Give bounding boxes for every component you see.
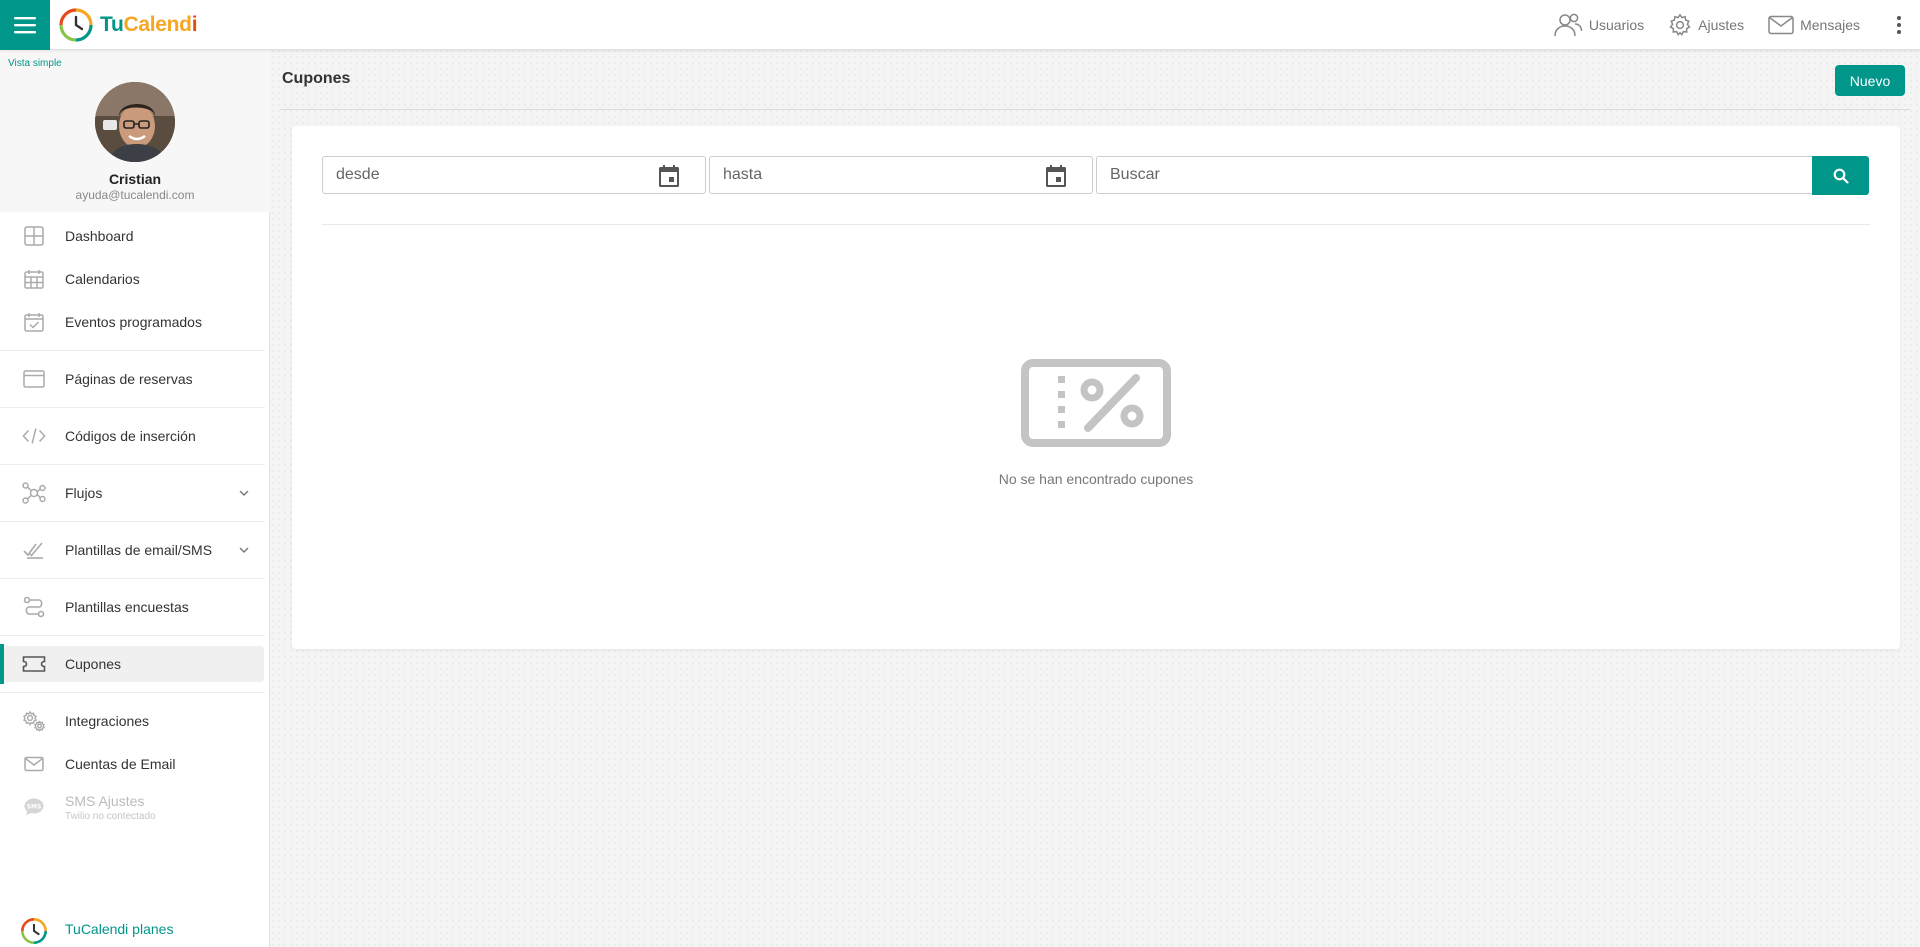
profile-email: ayuda@tucalendi.com bbox=[75, 188, 195, 202]
sidebar-divider bbox=[0, 692, 265, 693]
brand-name: TuCalendi bbox=[100, 12, 198, 36]
mail-icon bbox=[1768, 15, 1794, 34]
messages-link[interactable]: Mensajes bbox=[1768, 15, 1860, 35]
page-title: Cupones bbox=[282, 70, 351, 87]
filters-divider bbox=[322, 224, 1870, 225]
more-options-button[interactable] bbox=[1884, 0, 1914, 50]
new-coupon-button[interactable]: Nuevo bbox=[1835, 65, 1905, 96]
profile-panel: Vista simple Cristian ayuda@tucalendi.co… bbox=[0, 50, 270, 212]
calendar-icon bbox=[24, 270, 44, 289]
gear-icon bbox=[1669, 12, 1691, 36]
sidebar-divider bbox=[0, 635, 265, 636]
users-label: Usuarios bbox=[1588, 16, 1645, 33]
envelope-icon bbox=[24, 756, 44, 772]
sms-status-text: Twilio no contectado bbox=[65, 811, 156, 822]
coupon-empty-icon bbox=[1021, 359, 1171, 447]
calendar-icon[interactable] bbox=[1046, 165, 1066, 187]
users-icon bbox=[1554, 13, 1583, 36]
sidebar-item-label: SMS Ajustes bbox=[65, 793, 145, 809]
calendar-icon[interactable] bbox=[659, 165, 679, 187]
plans-label: TuCalendi planes bbox=[65, 921, 174, 937]
simple-view-link[interactable]: Vista simple bbox=[8, 58, 62, 69]
search-icon bbox=[1833, 168, 1849, 184]
plans-link[interactable]: TuCalendi planes bbox=[0, 912, 270, 947]
avatar-image bbox=[95, 82, 175, 162]
sidebar-item-calendars[interactable]: Calendarios bbox=[0, 261, 270, 297]
sidebar-item-label: Flujos bbox=[65, 485, 103, 501]
sidebar-item-email-accounts[interactable]: Cuentas de Email bbox=[0, 746, 270, 782]
calendar-check-icon bbox=[24, 313, 44, 332]
brand-logo[interactable]: TuCalendi bbox=[58, 7, 198, 43]
sidebar-item-label: Calendarios bbox=[65, 271, 140, 287]
sidebar-item-sms-settings: SMS SMS Ajustes Twilio no contectado bbox=[0, 789, 270, 825]
sidebar: Vista simple Cristian ayuda@tucalendi.co… bbox=[0, 50, 270, 947]
date-from-input[interactable] bbox=[323, 157, 705, 193]
search-input[interactable] bbox=[1097, 157, 1813, 193]
sidebar-item-label: Páginas de reservas bbox=[65, 371, 193, 387]
settings-link[interactable]: Ajustes bbox=[1668, 12, 1745, 37]
tucalendi-logo-icon bbox=[59, 7, 93, 42]
sidebar-item-label: Plantillas de email/SMS bbox=[65, 542, 213, 558]
settings-label: Ajustes bbox=[1698, 16, 1745, 33]
sidebar-divider bbox=[0, 521, 265, 522]
sidebar-item-workflows[interactable]: Flujos bbox=[0, 475, 270, 511]
sidebar-divider bbox=[0, 350, 265, 351]
search-field[interactable] bbox=[1096, 156, 1814, 194]
date-from-field[interactable] bbox=[322, 156, 706, 194]
sms-icon: SMS bbox=[24, 798, 44, 816]
chevron-down-icon bbox=[239, 547, 249, 553]
sidebar-item-scheduled-events[interactable]: Eventos programados bbox=[0, 304, 270, 340]
sidebar-item-booking-pages[interactable]: Páginas de reservas bbox=[0, 361, 270, 397]
sidebar-divider bbox=[0, 464, 265, 465]
workflow-icon bbox=[22, 482, 46, 504]
sidebar-item-survey-templates[interactable]: Plantillas encuestas bbox=[0, 589, 270, 625]
messages-label: Mensajes bbox=[1800, 16, 1860, 33]
browser-window-icon bbox=[23, 370, 45, 388]
sidebar-item-label: Códigos de inserción bbox=[65, 428, 196, 444]
kebab-menu-icon bbox=[1897, 15, 1901, 34]
empty-state-message: No se han encontrado cupones bbox=[998, 471, 1194, 487]
date-to-input[interactable] bbox=[710, 157, 1092, 193]
search-button[interactable] bbox=[1812, 156, 1869, 195]
chevron-down-icon bbox=[239, 490, 249, 496]
sidebar-item-label: Dashboard bbox=[65, 228, 134, 244]
sidebar-item-coupons[interactable]: Cupones bbox=[4, 646, 264, 682]
svg-text:SMS: SMS bbox=[27, 803, 42, 810]
profile-name: Cristian bbox=[108, 171, 162, 187]
sidebar-item-label: Cupones bbox=[65, 656, 122, 672]
dashboard-icon bbox=[24, 226, 44, 246]
users-link[interactable]: Usuarios bbox=[1553, 12, 1644, 38]
sidebar-item-label: Cuentas de Email bbox=[65, 756, 176, 772]
top-bar: TuCalendi Usuarios Ajustes Mensajes bbox=[0, 0, 1920, 50]
ticket-icon bbox=[22, 656, 46, 672]
hamburger-icon bbox=[14, 16, 36, 33]
code-icon bbox=[22, 428, 46, 444]
route-icon bbox=[23, 596, 45, 618]
title-divider bbox=[280, 109, 1910, 110]
date-to-field[interactable] bbox=[709, 156, 1093, 194]
sidebar-item-embed-codes[interactable]: Códigos de inserción bbox=[0, 418, 270, 454]
sidebar-item-label: Integraciones bbox=[65, 713, 150, 729]
coupons-panel: No se han encontrado cupones bbox=[292, 126, 1900, 649]
sidebar-divider bbox=[0, 407, 265, 408]
gears-icon bbox=[23, 710, 45, 732]
sidebar-divider bbox=[0, 578, 265, 579]
sidebar-item-integrations[interactable]: Integraciones bbox=[0, 703, 270, 739]
tucalendi-logo-icon bbox=[21, 918, 47, 944]
double-check-icon bbox=[23, 542, 43, 559]
sidebar-item-dashboard[interactable]: Dashboard bbox=[0, 218, 270, 254]
menu-toggle-button[interactable] bbox=[0, 0, 50, 50]
avatar[interactable] bbox=[95, 82, 175, 162]
sidebar-item-label: Plantillas encuestas bbox=[65, 599, 189, 615]
sidebar-item-label: Eventos programados bbox=[65, 314, 202, 330]
sidebar-item-email-sms-templates[interactable]: Plantillas de email/SMS bbox=[0, 532, 270, 568]
